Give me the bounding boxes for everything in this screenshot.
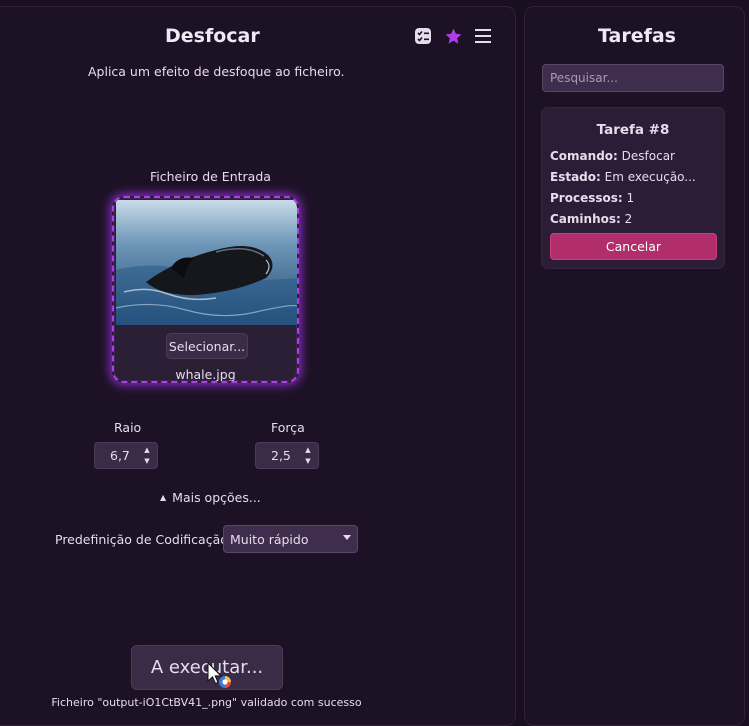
task-command-row: Comando: Desfocar — [550, 149, 675, 163]
search-input[interactable] — [542, 64, 724, 92]
radius-decrement-icon[interactable]: ▼ — [142, 457, 152, 466]
caret-up-icon: ▲ — [160, 493, 167, 502]
tasks-title: Tarefas — [598, 25, 676, 47]
strength-increment-icon[interactable]: ▲ — [303, 446, 313, 455]
radius-increment-icon[interactable]: ▲ — [142, 446, 152, 455]
preset-select[interactable]: Muito rápido — [223, 525, 358, 553]
file-drop-zone[interactable]: Selecionar... whale.jpg — [112, 196, 299, 383]
checklist-icon[interactable] — [413, 26, 433, 46]
page-title: Desfocar — [165, 25, 260, 47]
chevron-down-icon — [343, 535, 351, 540]
strength-stepper[interactable]: 2,5 ▲ ▼ — [255, 442, 319, 469]
image-preview — [116, 200, 297, 325]
file-name: whale.jpg — [175, 367, 236, 382]
radius-label: Raio — [114, 420, 142, 435]
radius-stepper[interactable]: 6,7 ▲ ▼ — [94, 442, 158, 469]
task-command-label: Comando: — [550, 149, 618, 163]
task-paths-value: 2 — [624, 212, 633, 226]
cancel-button[interactable]: Cancelar — [550, 233, 717, 260]
strength-value: 2,5 — [271, 448, 291, 463]
strength-decrement-icon[interactable]: ▼ — [303, 457, 313, 466]
task-processes-value: 1 — [626, 191, 635, 205]
task-title: Tarefa #8 — [596, 122, 670, 138]
task-card: Tarefa #8 Comando: Desfocar Estado: Em e… — [541, 107, 725, 269]
radius-value: 6,7 — [110, 448, 130, 463]
status-message: Ficheiro "output-iO1CtBV41_.png" validad… — [51, 696, 362, 709]
task-processes-label: Processos: — [550, 191, 623, 205]
select-file-button[interactable]: Selecionar... — [166, 333, 248, 359]
task-command-value: Desfocar — [621, 149, 675, 163]
task-state-label: Estado: — [550, 170, 601, 184]
more-options-label: Mais opções... — [172, 490, 261, 505]
strength-label: Força — [271, 420, 305, 435]
page-description: Aplica um efeito de desfoque ao ficheiro… — [88, 64, 345, 79]
task-processes-row: Processos: 1 — [550, 191, 634, 205]
task-state-row: Estado: Em execução... — [550, 170, 696, 184]
input-file-label: Ficheiro de Entrada — [150, 169, 271, 184]
task-state-value: Em execução... — [604, 170, 696, 184]
more-options-toggle[interactable]: ▲ Mais opções... — [160, 490, 261, 505]
preset-label: Predefinição de Codificação — [55, 532, 228, 547]
menu-icon[interactable] — [473, 26, 493, 46]
star-icon[interactable] — [443, 26, 463, 46]
task-paths-label: Caminhos: — [550, 212, 621, 226]
preset-value: Muito rápido — [230, 532, 309, 547]
busy-cursor-icon — [207, 661, 231, 688]
task-paths-row: Caminhos: 2 — [550, 212, 632, 226]
